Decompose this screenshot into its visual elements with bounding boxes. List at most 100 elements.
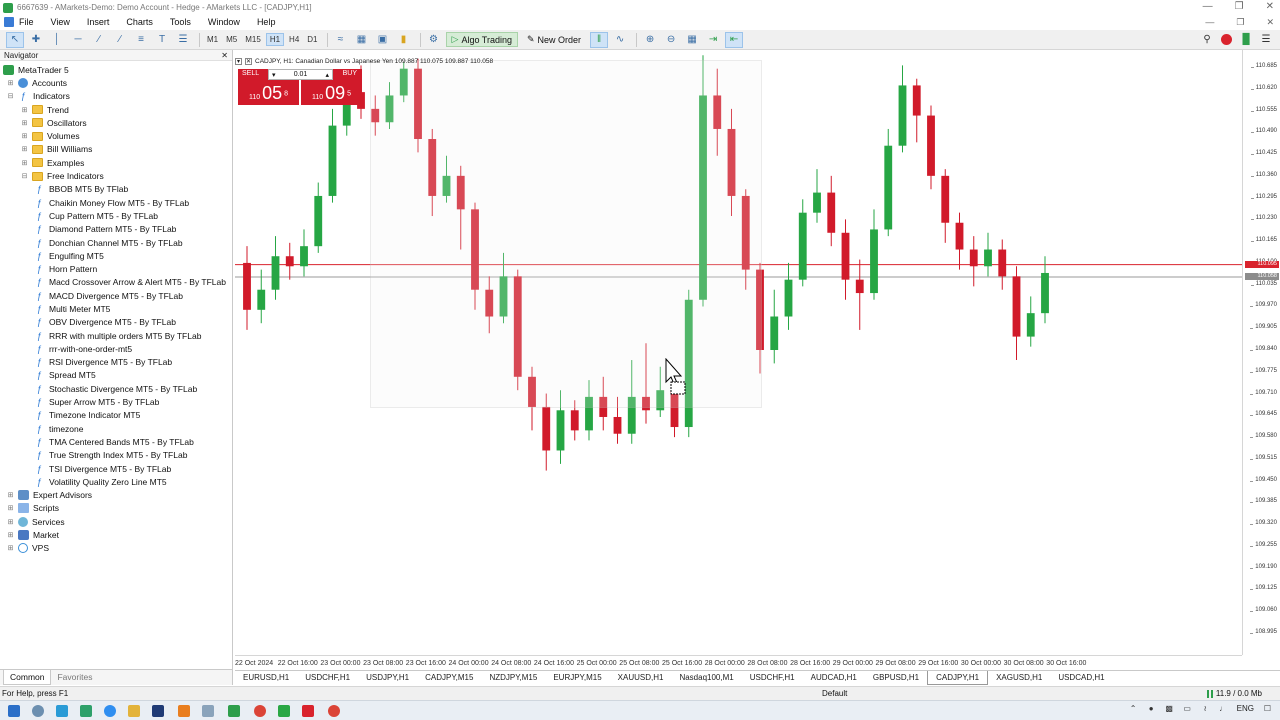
tree-item-expert-advisors[interactable]: ⊞ Expert Advisors [0, 489, 232, 502]
expand-icon[interactable]: ⊞ [6, 504, 15, 513]
strategy-tester-icon[interactable]: ⚙ [425, 32, 443, 48]
tree-folder-examples[interactable]: ⊞ Examples [0, 156, 232, 169]
chart-menu-icon[interactable]: ▾ [235, 57, 242, 65]
chart-type-icon[interactable]: ≈ [332, 32, 350, 48]
language-indicator[interactable]: ENG [1237, 704, 1254, 713]
lot-increase-icon[interactable]: ▴ [325, 71, 329, 79]
account-icon[interactable]: ☰ [1260, 33, 1272, 45]
tree-item-indicator[interactable]: ƒ Engulfing MT5 [0, 249, 232, 262]
lot-size-input[interactable]: ▾ 0.01 ▴ [268, 69, 333, 80]
timeframe-m1[interactable]: M1 [204, 34, 221, 45]
tree-item-indicator[interactable]: ƒ MACD Divergence MT5 - By TFLab [0, 289, 232, 302]
timeframe-m15[interactable]: M15 [242, 34, 264, 45]
horizontal-line-icon[interactable]: ─ [69, 32, 87, 48]
tree-item-indicator[interactable]: ƒ Volatility Quality Zero Line MT5 [0, 475, 232, 488]
chart-close-icon[interactable]: ✕ [1266, 17, 1274, 28]
expand-icon[interactable]: ⊞ [20, 105, 29, 114]
symbol-tab[interactable]: XAGUSD,H1 [988, 671, 1050, 685]
expand-icon[interactable]: ⊞ [20, 145, 29, 154]
symbol-tab[interactable]: EURJPY,M15 [545, 671, 609, 685]
wifi-icon[interactable]: ≀ [1201, 704, 1210, 713]
symbol-tab[interactable]: XAUUSD,H1 [610, 671, 672, 685]
text-tool-icon[interactable]: T [153, 32, 171, 48]
tree-item-indicator[interactable]: ƒ True Strength Index MT5 - By TFLab [0, 449, 232, 462]
timeframe-h4[interactable]: H4 [286, 34, 302, 45]
fibonacci-icon[interactable]: ≡ [132, 32, 150, 48]
channel-icon[interactable]: ∕ [111, 32, 129, 48]
tree-item-indicator[interactable]: ƒ RRR with multiple orders MT5 By TFLab [0, 329, 232, 342]
file-explorer-icon[interactable] [128, 705, 140, 717]
tree-item-indicator[interactable]: ƒ Diamond Pattern MT5 - By TFLab [0, 223, 232, 236]
app-icon[interactable] [302, 705, 314, 717]
notification-icon[interactable] [1221, 33, 1232, 45]
symbol-tab[interactable]: EURUSD,H1 [235, 671, 297, 685]
tree-item-indicator[interactable]: ƒ BBOB MT5 By TFlab [0, 183, 232, 196]
tree-item-indicator[interactable]: ƒ TMA Centered Bands MT5 - By TFLab [0, 435, 232, 448]
tree-item-indicator[interactable]: ƒ Stochastic Divergence MT5 - By TFLab [0, 382, 232, 395]
search-icon[interactable]: ⚲ [1201, 33, 1213, 45]
timeframe-d1[interactable]: D1 [304, 34, 320, 45]
expand-icon[interactable]: ⊞ [20, 132, 29, 141]
symbol-tab[interactable]: USDCHF,H1 [297, 671, 358, 685]
tree-item-accounts[interactable]: ⊞ Accounts [0, 76, 232, 89]
chart-restore-icon[interactable]: ❐ [1236, 17, 1244, 28]
tree-item-indicator[interactable]: ƒ Cup Pattern MT5 - By TFLab [0, 209, 232, 222]
folder-icon[interactable]: ▮ [395, 32, 413, 48]
collapse-icon[interactable]: ⊟ [6, 92, 15, 101]
tree-item-indicator[interactable]: ƒ Multi Meter MT5 [0, 302, 232, 315]
tree-item-scripts[interactable]: ⊞ Scripts [0, 502, 232, 515]
start-icon[interactable] [8, 705, 20, 717]
chevron-up-icon[interactable]: ⌃ [1129, 704, 1138, 713]
time-scale[interactable]: 22 Oct 2024 22 Oct 16:00 23 Oct 00:00 23 Oc… [235, 655, 1242, 669]
battery-icon[interactable]: ▭ [1183, 704, 1192, 713]
tree-item-services[interactable]: ⊞ Services [0, 515, 232, 528]
signal-strength-icon[interactable]: █ [1240, 33, 1252, 45]
chart-window[interactable]: ▾ ✕ CADJPY, H1: Canadian Dollar vs Japan… [235, 50, 1280, 669]
symbol-tab[interactable]: AUDCAD,H1 [803, 671, 865, 685]
symbol-tab[interactable]: Nasdaq100,M1 [671, 671, 741, 685]
menu-view[interactable]: View [51, 17, 70, 27]
expand-icon[interactable]: ⊞ [6, 544, 15, 553]
tree-item-indicator[interactable]: ƒ Chaikin Money Flow MT5 - By TFLab [0, 196, 232, 209]
menu-charts[interactable]: Charts [126, 17, 153, 27]
tree-item-indicator[interactable]: ƒ Macd Crossover Arrow & Alert MT5 - By T… [0, 276, 232, 289]
tree-item-indicator[interactable]: ƒ Super Arrow MT5 - By TFLab [0, 395, 232, 408]
minimize-icon[interactable]: — [1203, 1, 1213, 12]
chart-close-icon[interactable]: ✕ [245, 57, 252, 65]
autoscroll-icon[interactable]: ⇥ [704, 32, 722, 48]
expand-icon[interactable]: ⊞ [6, 517, 15, 526]
notifications-icon[interactable]: ☐ [1263, 704, 1272, 713]
indicators-icon[interactable]: ∿ [611, 32, 629, 48]
tree-folder-volumes[interactable]: ⊞ Volumes [0, 129, 232, 142]
tree-item-indicator[interactable]: ƒ rrr-with-one-order-mt5 [0, 342, 232, 355]
symbol-tab[interactable]: USDCAD,H1 [1050, 671, 1112, 685]
price-scale[interactable]: 110.685 110.620 110.555 110.490 110.425 110.3… [1242, 50, 1280, 655]
restore-icon[interactable]: ❐ [1235, 1, 1244, 12]
lot-decrease-icon[interactable]: ▾ [272, 71, 276, 79]
volume-icon[interactable]: ♩ [1219, 704, 1228, 713]
symbol-tab[interactable]: CADJPY,H1 [927, 671, 989, 685]
vlc-icon[interactable] [178, 705, 190, 717]
grid-icon[interactable]: ▦ [683, 32, 701, 48]
symbol-tab[interactable]: NZDJPY,M15 [481, 671, 545, 685]
menu-insert[interactable]: Insert [87, 17, 110, 27]
menu-window[interactable]: Window [208, 17, 240, 27]
tree-folder-trend[interactable]: ⊞ Trend [0, 103, 232, 116]
expand-icon[interactable]: ⊞ [6, 531, 15, 540]
zoom-in-icon[interactable]: ⊕ [641, 32, 659, 48]
symbol-tab[interactable]: CADJPY,M15 [417, 671, 481, 685]
camera-icon[interactable]: ▩ [1165, 704, 1174, 713]
tree-folder-oscillators[interactable]: ⊞ Oscillators [0, 116, 232, 129]
app-icon[interactable] [152, 705, 164, 717]
tree-folder-free-indicators[interactable]: ⊟ Free Indicators [0, 169, 232, 182]
symbol-tab[interactable]: USDCHF,H1 [742, 671, 803, 685]
zoom-out-icon[interactable]: ⊖ [662, 32, 680, 48]
tree-item-indicator[interactable]: ƒ RSI Divergence MT5 - By TFLab [0, 356, 232, 369]
expand-icon[interactable]: ⊞ [20, 118, 29, 127]
trendline-icon[interactable]: ∕ [90, 32, 108, 48]
close-icon[interactable]: ✕ [1266, 1, 1274, 12]
tree-item-indicators[interactable]: ⊟ ƒ Indicators [0, 90, 232, 103]
edge-icon[interactable] [80, 705, 92, 717]
expand-icon[interactable]: ⊞ [6, 78, 15, 87]
tree-item-indicator[interactable]: ƒ Timezone Indicator MT5 [0, 409, 232, 422]
